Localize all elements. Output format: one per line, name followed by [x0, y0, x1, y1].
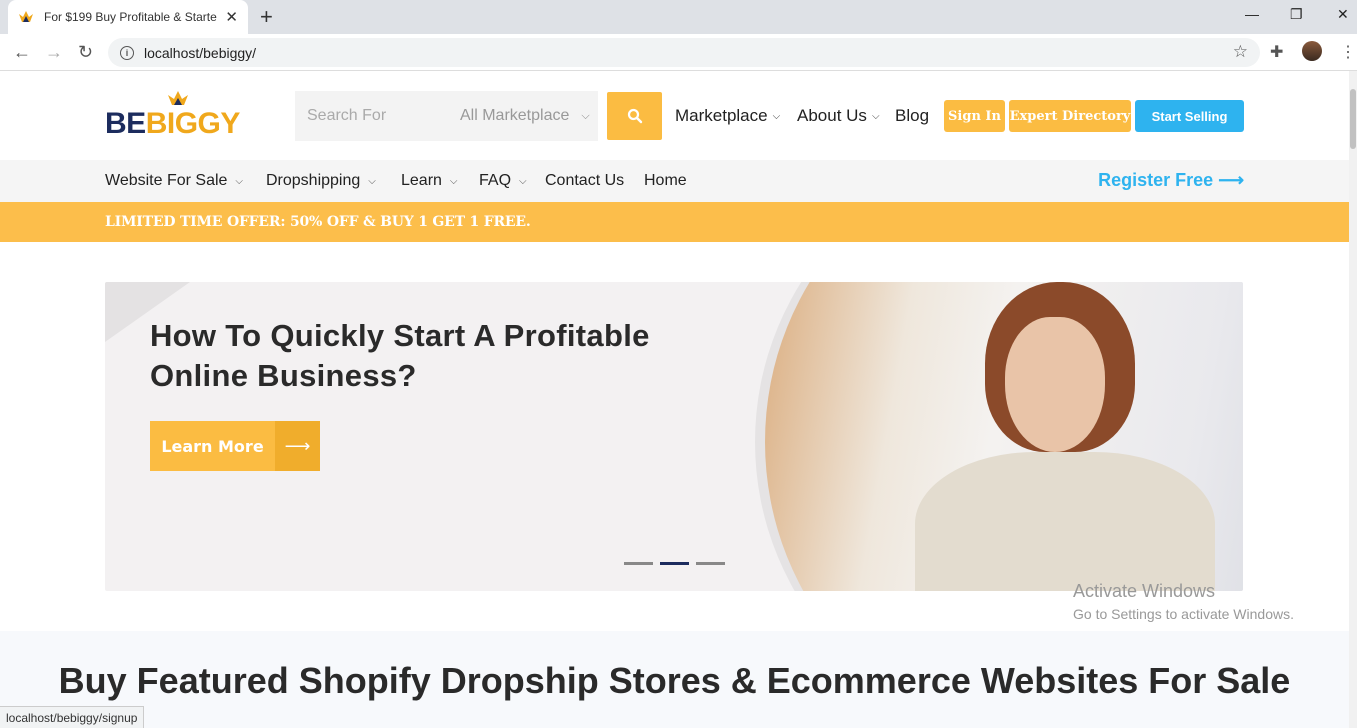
nav-dropshipping-label: Dropshipping	[266, 172, 361, 189]
nav-website-for-sale-label: Website For Sale	[105, 172, 228, 189]
register-free-link[interactable]: Register Free ⟶	[1098, 170, 1244, 191]
nav-home[interactable]: Home	[644, 172, 687, 190]
crown-favicon-icon	[18, 9, 34, 25]
nav-dropshipping[interactable]: Dropshipping ⌵	[266, 172, 376, 190]
search-button[interactable]	[607, 92, 662, 140]
browser-tab-bar: For $199 Buy Profitable & Starter Stores…	[0, 0, 1357, 34]
back-icon[interactable]: ←	[13, 42, 31, 63]
nav-faq[interactable]: FAQ ⌵	[479, 172, 527, 190]
activate-windows-watermark: Activate Windows Go to Settings to activ…	[1073, 581, 1294, 622]
marketplace-select[interactable]: All Marketplace ⌵	[445, 107, 598, 125]
chevron-down-icon: ⌵	[581, 109, 590, 122]
profile-avatar[interactable]	[1302, 41, 1322, 61]
scrollbar-thumb[interactable]	[1350, 89, 1356, 149]
search-icon	[627, 108, 642, 124]
browser-toolbar: ← → ↻ i localhost/bebiggy/ ☆	[0, 34, 1357, 71]
secondary-nav: Website For Sale ⌵ Dropshipping ⌵ Learn ⌵ F…	[0, 160, 1349, 202]
search-box: Search For All Marketplace ⌵	[295, 91, 598, 141]
learn-more-label: Learn More	[150, 421, 275, 471]
nav-contact-label: Contact Us	[545, 172, 625, 189]
nav-about[interactable]: About Us ⌵	[797, 106, 880, 126]
woman-body-shape	[915, 452, 1215, 591]
search-input[interactable]: Search For	[295, 107, 445, 125]
address-url[interactable]: localhost/bebiggy/	[144, 45, 256, 61]
slider-dot-3[interactable]	[696, 562, 725, 565]
nav-about-label: About Us	[797, 106, 867, 125]
bookmark-star-icon[interactable]: ☆	[1233, 42, 1248, 62]
chevron-down-icon: ⌵	[772, 110, 781, 122]
chevron-down-icon: ⌵	[235, 175, 244, 187]
chevron-down-icon: ⌵	[449, 175, 458, 187]
info-icon[interactable]: i	[120, 45, 134, 60]
arrow-right-icon: ⟶	[275, 421, 320, 471]
chevron-down-icon: ⌵	[519, 175, 527, 187]
minimize-icon[interactable]: —	[1245, 6, 1259, 22]
featured-section: Buy Featured Shopify Dropship Stores & E…	[0, 631, 1349, 728]
start-selling-button[interactable]: Start Selling	[1135, 100, 1244, 132]
chevron-down-icon: ⌵	[871, 110, 880, 122]
woman-face-shape	[1005, 317, 1105, 452]
nav-learn[interactable]: Learn ⌵	[401, 172, 458, 190]
nav-blog[interactable]: Blog	[895, 106, 929, 126]
site-header: BEBIGGY Search For All Marketplace ⌵ Mar…	[0, 71, 1349, 160]
forward-icon[interactable]: →	[45, 42, 63, 63]
offer-banner: LIMITED TIME OFFER: 50% OFF & BUY 1 GET …	[0, 202, 1349, 242]
sign-in-button[interactable]: Sign In	[944, 100, 1005, 132]
close-tab-icon[interactable]: ✕	[225, 8, 238, 26]
reload-icon[interactable]: ↻	[78, 42, 93, 63]
nav-contact[interactable]: Contact Us	[545, 172, 624, 190]
slider-dot-2[interactable]	[660, 562, 689, 565]
chevron-down-icon: ⌵	[368, 175, 376, 187]
logo-text-biggy: BIGGY	[145, 107, 241, 140]
new-tab-icon[interactable]: +	[260, 4, 273, 30]
offer-text: LIMITED TIME OFFER: 50% OFF & BUY 1 GET …	[105, 214, 531, 230]
nav-marketplace[interactable]: Marketplace ⌵	[675, 106, 780, 126]
learn-more-button[interactable]: Learn More ⟶	[150, 421, 320, 471]
tab-title: For $199 Buy Profitable & Starter Stores	[44, 10, 218, 24]
extensions-puzzle-icon[interactable]: ✚	[1270, 42, 1283, 62]
status-bar-url: localhost/bebiggy/signup	[0, 706, 145, 728]
browser-menu-icon[interactable]: ⋮	[1340, 42, 1356, 62]
watermark-line-2: Go to Settings to activate Windows.	[1073, 606, 1294, 622]
nav-marketplace-label: Marketplace	[675, 106, 768, 125]
page-scrollbar[interactable]	[1349, 71, 1357, 728]
slider-dots	[624, 562, 725, 565]
nav-website-for-sale[interactable]: Website For Sale ⌵	[105, 172, 243, 190]
close-window-icon[interactable]: ✕	[1337, 6, 1349, 23]
marketplace-select-value: All Marketplace	[460, 107, 570, 124]
expert-directory-button[interactable]: Expert Directory	[1009, 100, 1131, 132]
nav-faq-label: FAQ	[479, 172, 512, 189]
hero-slider: How To Quickly Start A Profitable Online…	[105, 282, 1243, 591]
slider-dot-1[interactable]	[624, 562, 653, 565]
browser-tab[interactable]: For $199 Buy Profitable & Starter Stores…	[8, 0, 248, 34]
bebiggy-logo[interactable]: BEBIGGY	[105, 91, 241, 141]
featured-title: Buy Featured Shopify Dropship Stores & E…	[58, 660, 1291, 701]
nav-blog-label: Blog	[895, 106, 930, 125]
crown-icon	[168, 91, 188, 105]
address-bar[interactable]: i localhost/bebiggy/ ☆	[108, 38, 1260, 67]
hero-title: How To Quickly Start A Profitable Online…	[150, 318, 650, 393]
restore-icon[interactable]: ❐	[1290, 6, 1303, 23]
web-page: BEBIGGY Search For All Marketplace ⌵ Mar…	[0, 71, 1349, 728]
nav-learn-label: Learn	[401, 172, 442, 189]
watermark-line-1: Activate Windows	[1073, 581, 1216, 601]
logo-text-be: BE	[105, 107, 146, 140]
nav-home-label: Home	[644, 172, 687, 189]
